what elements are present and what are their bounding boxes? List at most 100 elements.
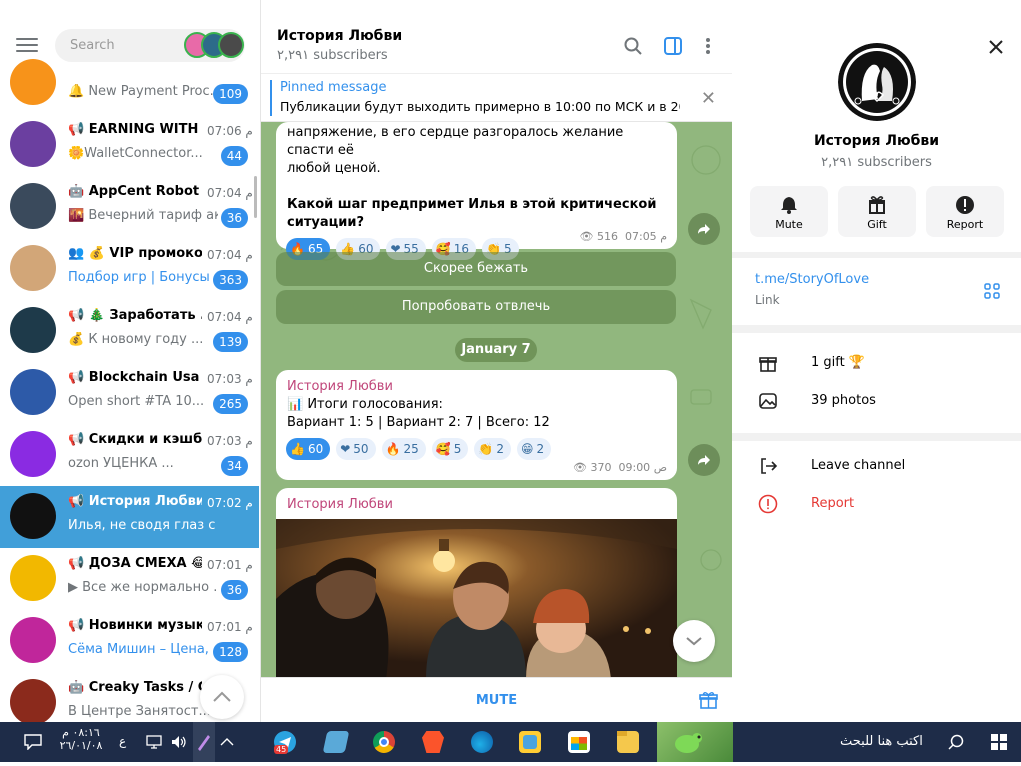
chat-earning[interactable]: 📢 EARNING WITH ... 07:06 م 🌼WalletConnecto… <box>0 114 259 176</box>
telegram-taskbar-icon[interactable]: 45 <box>274 731 296 754</box>
reaction-chip[interactable]: 🔥 25 <box>381 438 426 460</box>
windows-start-icon[interactable] <box>991 734 1007 750</box>
forward-button[interactable] <box>688 213 720 245</box>
chat-vip[interactable]: 👥 💰 VIP промоко... 07:04 م Подбор игр | Бо… <box>0 238 259 300</box>
chat-title: 📢 EARNING WITH ... <box>68 122 202 137</box>
telegram-window: – ❐ ✕ Search 🔔 New Payment Proc...109📢 E… <box>0 0 1021 722</box>
chat-title: 📢 Blockchain Usa ... <box>68 370 202 385</box>
message-meta: 👁 370 09:00 ص <box>573 461 667 474</box>
chat-payment[interactable]: 🔔 New Payment Proc... 109 <box>0 52 259 114</box>
chat-time: 07:01 م <box>207 620 253 634</box>
reaction-chip[interactable]: 🥰 5 <box>431 438 469 460</box>
game-app-icon[interactable] <box>519 731 541 753</box>
pen-icon[interactable] <box>193 722 215 762</box>
reaction-chip[interactable]: 👍 60 <box>286 438 331 460</box>
unread-badge: 36 <box>220 208 248 228</box>
message-time: 09:00 ص <box>618 461 667 474</box>
channel-title[interactable]: История Любви <box>277 28 402 44</box>
leave-channel-row[interactable]: Leave channel <box>732 448 1021 486</box>
scroll-up-button[interactable] <box>200 675 244 719</box>
chat-doza[interactable]: 📢 ДОЗА СМЕХА 😂 07:01 م ▶ Все же нормально … <box>0 548 259 610</box>
profile-header-card: История Любви ٢,٢٩١ subscribers Mute Gif… <box>732 0 1021 252</box>
gifts-row[interactable]: 1 gift 🏆 <box>732 345 1021 383</box>
pinned-indicator <box>270 80 272 116</box>
channel-link[interactable]: t.me/StoryOfLove <box>755 272 869 287</box>
message-author[interactable]: История Любви <box>276 370 677 396</box>
sidebar-toggle-icon[interactable] <box>664 37 682 55</box>
qr-code-icon[interactable] <box>984 283 1000 299</box>
notifications-icon[interactable] <box>24 734 42 750</box>
volume-icon[interactable] <box>171 735 187 749</box>
forward-icon <box>698 455 710 465</box>
composer-bar: MUTE <box>261 677 732 722</box>
news-widget-image[interactable] <box>657 722 733 762</box>
channel-info-panel: История Любви ٢,٢٩١ subscribers Mute Gif… <box>732 0 1021 722</box>
close-pinned-icon[interactable]: ✕ <box>701 88 716 109</box>
photos-row[interactable]: 39 photos <box>732 383 1021 421</box>
chat-istoriya[interactable]: 📢 История Любви 07:02 م Илья, не сводя гла… <box>0 486 259 548</box>
chat-blockchain[interactable]: 📢 Blockchain Usa ... 07:03 مOpen short #T… <box>0 362 259 424</box>
chat-header[interactable]: История Любви ٢,٢٩١ subscribers <box>261 0 732 74</box>
notes-app-icon[interactable] <box>322 731 350 753</box>
channel-avatar[interactable] <box>838 43 916 121</box>
gift-icon[interactable] <box>699 691 718 710</box>
chat-preview: 🌇 Вечерний тариф ак... <box>68 208 218 223</box>
link-caption: Link <box>755 293 780 307</box>
chat-title: 📢 ДОЗА СМЕХА 😂 <box>68 556 202 571</box>
language-indicator[interactable]: ع <box>119 734 126 748</box>
message-photo[interactable] <box>276 519 677 679</box>
reaction-emoji: 👏 <box>478 442 494 456</box>
scroll-down-button[interactable] <box>673 620 715 662</box>
message-author[interactable]: История Любви <box>276 488 677 514</box>
chat-avatar <box>10 679 56 722</box>
brave-icon[interactable] <box>422 731 444 753</box>
chevron-up-icon[interactable] <box>220 737 234 747</box>
mute-label: Mute <box>775 218 803 231</box>
chrome-icon[interactable] <box>373 731 395 753</box>
search-icon[interactable] <box>948 734 964 750</box>
mute-channel-button[interactable]: MUTE <box>261 678 732 722</box>
reaction-chip[interactable]: 👏 2 <box>474 438 511 460</box>
chat-list-scrollbar[interactable] <box>254 176 257 218</box>
network-icon[interactable] <box>146 735 162 749</box>
chat-zarabotat[interactable]: 📢 🎄 Заработать ... 07:04 م 💰 К новому году… <box>0 300 259 362</box>
inline-button-distract[interactable]: Попробовать отвлечь <box>276 290 676 324</box>
warning-icon <box>758 494 778 514</box>
chat-time: 07:04 م <box>207 310 253 324</box>
reaction-chip[interactable]: 😁 2 <box>517 438 552 460</box>
inline-button-run[interactable]: Скорее бежать <box>276 252 676 286</box>
unread-badge: 109 <box>213 84 248 104</box>
pinned-message-bar[interactable]: Pinned message Публикации будут выходить… <box>261 74 732 122</box>
reaction-count: 25 <box>403 442 419 456</box>
unread-badge: 139 <box>213 332 248 352</box>
message-bubble[interactable]: напряжение, в его сердце разгоралось жел… <box>276 122 677 260</box>
gift-button[interactable]: Gift <box>838 186 916 237</box>
profile-name: История Любви <box>813 133 940 149</box>
clock[interactable]: ٠٨:١٦ م ٢٦/٠١/٠٨ <box>58 726 104 752</box>
store-icon[interactable] <box>568 731 590 753</box>
report-row[interactable]: Report <box>732 486 1021 524</box>
couple-photo-image <box>276 519 677 679</box>
chat-appcent[interactable]: 🤖 AppCent Robot 07:04 م 🌇 Вечерний тариф а… <box>0 176 259 238</box>
chat-skidki[interactable]: 📢 Скидки и кэшбэ... 07:03 م ozon УЦЕНКА ..… <box>0 424 259 486</box>
chat-preview: 💰 К новому году ... <box>68 332 204 347</box>
more-options-icon[interactable] <box>705 37 711 55</box>
mute-button[interactable]: Mute <box>750 186 828 237</box>
chat-time: 07:03 م <box>207 434 253 448</box>
edge-icon[interactable] <box>471 731 493 753</box>
message-bubble[interactable]: История Любви 📊 Итоги голосования: Вариа… <box>276 370 677 480</box>
chat-time: 07:06 م <box>207 124 253 138</box>
reaction-chip[interactable]: ❤ 50 <box>336 438 376 460</box>
chat-time: 07:01 م <box>207 558 253 572</box>
forward-button[interactable] <box>688 444 720 476</box>
chat-novinki[interactable]: 📢 Новинки музык... 07:01 م Сёма Мишин – Це… <box>0 610 259 672</box>
taskbar-search-text[interactable]: اكتب هنا للبحث <box>840 734 923 749</box>
message-meta: 👁 516 07:05 م <box>580 230 667 243</box>
message-text-line: 📊 Итоги голосования: <box>287 397 443 412</box>
report-button[interactable]: Report <box>926 186 1004 237</box>
close-icon[interactable] <box>989 40 1003 54</box>
chat-avatar <box>10 245 56 291</box>
file-explorer-icon[interactable] <box>617 731 639 753</box>
unread-badge: 363 <box>213 270 248 290</box>
search-icon[interactable] <box>624 37 642 55</box>
